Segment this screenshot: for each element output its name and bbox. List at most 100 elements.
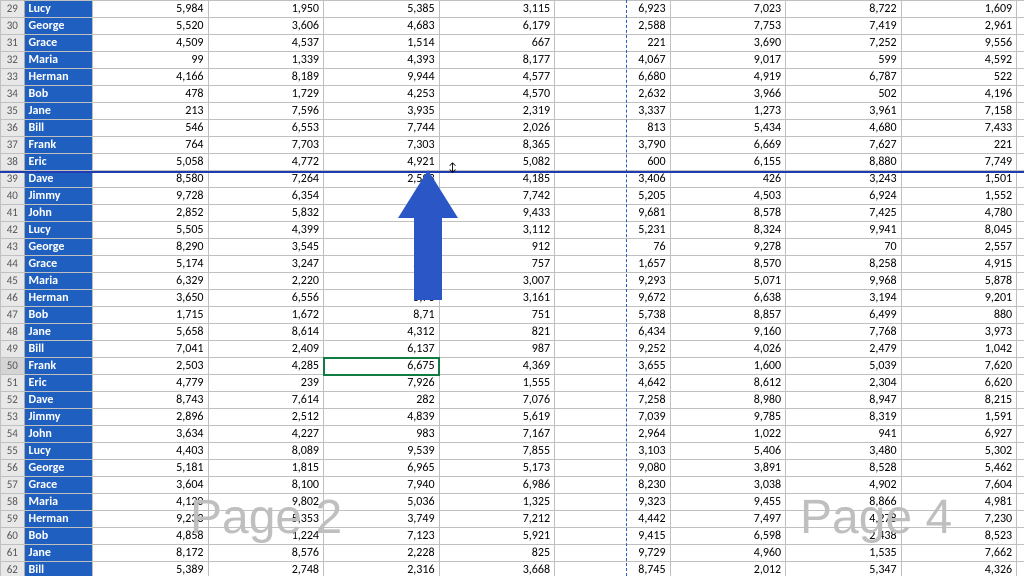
data-cell[interactable]: 1,514 bbox=[324, 35, 440, 52]
table-row[interactable]: 61Jane8,1728,5762,2288259,7294,9601,5357… bbox=[1, 545, 1024, 562]
row-header[interactable]: 32 bbox=[1, 52, 25, 69]
data-cell[interactable]: 6,434 bbox=[555, 324, 671, 341]
data-cell[interactable]: 7,252 bbox=[786, 35, 902, 52]
row-header[interactable]: 42 bbox=[1, 222, 25, 239]
table-row[interactable]: 42Lucy5,5054,3992,53,1125,2318,3249,9418… bbox=[1, 222, 1024, 239]
table-row[interactable]: 49Bill7,0412,4096,1379879,2524,0262,4791… bbox=[1, 341, 1024, 358]
data-cell-clipped[interactable] bbox=[1017, 1, 1024, 18]
name-cell[interactable]: George bbox=[24, 460, 92, 477]
data-cell[interactable]: 5,173 bbox=[439, 460, 555, 477]
data-cell-clipped[interactable]: 5 bbox=[1017, 341, 1024, 358]
data-cell[interactable]: 3,161 bbox=[439, 290, 555, 307]
data-cell[interactable]: 7,614 bbox=[208, 392, 324, 409]
data-cell[interactable]: 1,591 bbox=[901, 409, 1017, 426]
data-cell[interactable]: 4,577 bbox=[439, 69, 555, 86]
data-cell-clipped[interactable]: 2 bbox=[1017, 103, 1024, 120]
data-cell[interactable]: 4,642 bbox=[555, 375, 671, 392]
data-cell[interactable]: 9,293 bbox=[555, 273, 671, 290]
row-header[interactable]: 53 bbox=[1, 409, 25, 426]
row-header[interactable]: 44 bbox=[1, 256, 25, 273]
data-cell[interactable]: 4,570 bbox=[439, 86, 555, 103]
data-cell[interactable]: 4,326 bbox=[901, 562, 1017, 576]
data-cell[interactable]: 282 bbox=[324, 392, 440, 409]
name-cell[interactable]: Lucy bbox=[24, 1, 92, 18]
data-cell[interactable]: 8,0 bbox=[324, 205, 440, 222]
data-cell-clipped[interactable]: 1 bbox=[1017, 154, 1024, 171]
data-cell-clipped[interactable]: 7 bbox=[1017, 120, 1024, 137]
data-cell-clipped[interactable]: 2 bbox=[1017, 426, 1024, 443]
row-header[interactable]: 60 bbox=[1, 528, 25, 545]
table-row[interactable]: 59Herman9,2335,3533,7497,2124,4427,4974,… bbox=[1, 511, 1024, 528]
row-header[interactable]: 41 bbox=[1, 205, 25, 222]
data-cell-clipped[interactable] bbox=[1017, 324, 1024, 341]
name-cell[interactable]: Grace bbox=[24, 35, 92, 52]
data-cell[interactable]: 5,984 bbox=[92, 1, 208, 18]
data-cell[interactable]: 2,316 bbox=[324, 562, 440, 576]
data-cell[interactable]: 2,304 bbox=[786, 375, 902, 392]
data-cell[interactable]: 8,570 bbox=[670, 256, 786, 273]
data-cell[interactable]: 2,964 bbox=[555, 426, 671, 443]
data-cell[interactable]: 6,986 bbox=[439, 477, 555, 494]
data-cell[interactable]: 1,339 bbox=[208, 52, 324, 69]
data-cell[interactable]: 7,303 bbox=[324, 137, 440, 154]
data-cell-clipped[interactable]: 9 bbox=[1017, 392, 1024, 409]
data-cell[interactable]: 7,662 bbox=[901, 545, 1017, 562]
data-cell[interactable]: 3,634 bbox=[92, 426, 208, 443]
data-cell[interactable]: 825 bbox=[439, 545, 555, 562]
data-cell[interactable]: 4,403 bbox=[92, 443, 208, 460]
name-cell[interactable]: Lucy bbox=[24, 443, 92, 460]
data-cell[interactable]: 4,253 bbox=[324, 86, 440, 103]
data-cell[interactable]: 8,614 bbox=[208, 324, 324, 341]
data-cell[interactable]: 5,036 bbox=[324, 494, 440, 511]
data-cell[interactable]: 9,323 bbox=[555, 494, 671, 511]
data-cell[interactable]: 2,220 bbox=[208, 273, 324, 290]
data-cell[interactable]: 9,785 bbox=[670, 409, 786, 426]
data-cell-clipped[interactable]: 2 bbox=[1017, 222, 1024, 239]
row-header[interactable]: 49 bbox=[1, 341, 25, 358]
data-cell[interactable]: 9,201 bbox=[901, 290, 1017, 307]
data-cell[interactable]: 7,264 bbox=[208, 171, 324, 188]
data-cell[interactable]: 3,406 bbox=[555, 171, 671, 188]
data-cell[interactable]: 1,224 bbox=[208, 528, 324, 545]
data-cell[interactable]: 8,745 bbox=[555, 562, 671, 576]
data-cell[interactable]: 3,247 bbox=[208, 256, 324, 273]
data-cell[interactable]: 8,576 bbox=[208, 545, 324, 562]
data-cell[interactable]: 1,815 bbox=[208, 460, 324, 477]
data-cell[interactable]: 8,177 bbox=[439, 52, 555, 69]
data-cell[interactable]: 7,926 bbox=[324, 375, 440, 392]
data-cell[interactable]: 5,434 bbox=[670, 120, 786, 137]
data-cell[interactable]: 9,160 bbox=[670, 324, 786, 341]
table-row[interactable]: 60Bob4,8581,2247,1235,9219,4156,5982,438… bbox=[1, 528, 1024, 545]
data-cell[interactable]: 7,230 bbox=[901, 511, 1017, 528]
data-cell-clipped[interactable] bbox=[1017, 239, 1024, 256]
data-cell[interactable]: 4,393 bbox=[324, 52, 440, 69]
data-cell[interactable]: 8,722 bbox=[786, 1, 902, 18]
data-cell[interactable]: 8,947 bbox=[786, 392, 902, 409]
row-header[interactable]: 43 bbox=[1, 239, 25, 256]
data-cell[interactable]: 2,438 bbox=[786, 528, 902, 545]
data-cell[interactable]: 9,455 bbox=[670, 494, 786, 511]
data-cell[interactable]: 4,503 bbox=[670, 188, 786, 205]
data-cell[interactable]: 1,552 bbox=[901, 188, 1017, 205]
data-cell-clipped[interactable]: 7 bbox=[1017, 171, 1024, 188]
row-header[interactable]: 31 bbox=[1, 35, 25, 52]
data-cell[interactable]: 4,285 bbox=[208, 358, 324, 375]
data-cell[interactable]: 8,857 bbox=[670, 307, 786, 324]
row-header[interactable]: 29 bbox=[1, 1, 25, 18]
data-cell[interactable]: 941 bbox=[786, 426, 902, 443]
data-cell[interactable]: 8,258 bbox=[786, 256, 902, 273]
data-cell[interactable]: 2,748 bbox=[208, 562, 324, 576]
row-header[interactable]: 52 bbox=[1, 392, 25, 409]
data-cell[interactable]: 2,228 bbox=[324, 545, 440, 562]
data-cell[interactable]: 1,022 bbox=[670, 426, 786, 443]
data-cell[interactable]: 4,902 bbox=[786, 477, 902, 494]
table-row[interactable]: 33Herman4,1668,1899,9444,5776,6804,9196,… bbox=[1, 69, 1024, 86]
data-cell[interactable]: 9,729 bbox=[555, 545, 671, 562]
data-cell[interactable]: 9,944 bbox=[324, 69, 440, 86]
row-header[interactable]: 36 bbox=[1, 120, 25, 137]
data-cell[interactable]: 9,017 bbox=[670, 52, 786, 69]
data-cell[interactable]: 478 bbox=[92, 86, 208, 103]
data-cell[interactable]: 4,312 bbox=[324, 324, 440, 341]
data-cell-clipped[interactable]: 6 bbox=[1017, 443, 1024, 460]
data-cell[interactable]: 3,749 bbox=[324, 511, 440, 528]
